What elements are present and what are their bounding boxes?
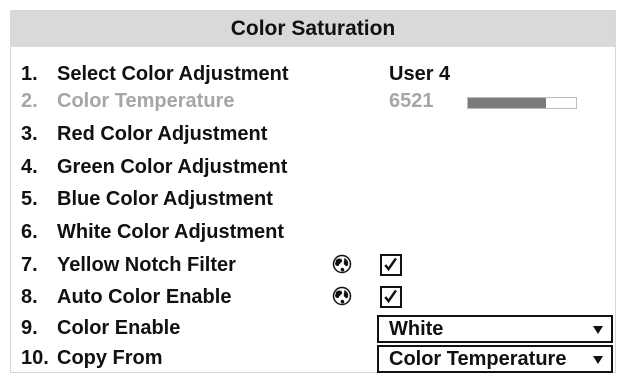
- menu-item-green-color-adjustment[interactable]: 4. Green Color Adjustment: [11, 154, 615, 182]
- item-label: Auto Color Enable: [57, 286, 232, 308]
- item-label: Red Color Adjustment: [57, 123, 268, 145]
- color-enable-dropdown[interactable]: White: [377, 315, 613, 343]
- checkmark-icon: [384, 289, 397, 304]
- globe-icon: [332, 286, 352, 306]
- dropdown-selected-value: Color Temperature: [389, 347, 567, 370]
- menu-title: Color Saturation: [11, 11, 615, 47]
- menu-item-copy-from[interactable]: 10. Copy From Color Temperature: [11, 345, 615, 373]
- item-label: Copy From: [57, 347, 163, 369]
- dropdown-arrow-icon: [593, 326, 603, 334]
- menu-item-auto-color-enable[interactable]: 8. Auto Color Enable: [11, 284, 615, 312]
- item-label: Blue Color Adjustment: [57, 188, 273, 210]
- item-number: 3.: [21, 123, 38, 145]
- color-temperature-slider[interactable]: [467, 97, 577, 109]
- item-number: 2.: [21, 90, 38, 112]
- item-number: 10.: [21, 347, 49, 369]
- auto-color-enable-checkbox[interactable]: [380, 286, 402, 308]
- item-label: Color Temperature: [57, 90, 235, 112]
- color-saturation-menu: Color Saturation 1. Select Color Adjustm…: [10, 10, 616, 373]
- color-adjustment-value: User 4: [389, 63, 451, 85]
- menu-item-red-color-adjustment[interactable]: 3. Red Color Adjustment: [11, 121, 615, 149]
- item-label: Yellow Notch Filter: [57, 254, 236, 276]
- item-label: Select Color Adjustment: [57, 63, 289, 85]
- menu-item-color-enable[interactable]: 9. Color Enable White: [11, 315, 615, 343]
- item-number: 5.: [21, 188, 38, 210]
- dropdown-selected-value: White: [389, 317, 444, 340]
- menu-item-blue-color-adjustment[interactable]: 5. Blue Color Adjustment: [11, 186, 615, 214]
- menu-item-color-temperature[interactable]: 2. Color Temperature 6521: [11, 88, 615, 116]
- item-number: 4.: [21, 156, 38, 178]
- copy-from-dropdown[interactable]: Color Temperature: [377, 345, 613, 373]
- globe-icon: [332, 254, 352, 274]
- yellow-notch-filter-checkbox[interactable]: [380, 254, 402, 276]
- menu-item-yellow-notch-filter[interactable]: 7. Yellow Notch Filter: [11, 252, 615, 280]
- item-label: White Color Adjustment: [57, 221, 285, 243]
- color-temperature-value: 6521: [389, 90, 434, 112]
- item-label: Color Enable: [57, 317, 181, 339]
- item-number: 1.: [21, 63, 38, 85]
- menu-item-select-color-adjustment[interactable]: 1. Select Color Adjustment User 4: [11, 61, 615, 89]
- checkmark-icon: [384, 257, 397, 272]
- item-number: 6.: [21, 221, 38, 243]
- item-label: Green Color Adjustment: [57, 156, 288, 178]
- slider-fill: [468, 98, 546, 108]
- menu-item-white-color-adjustment[interactable]: 6. White Color Adjustment: [11, 219, 615, 247]
- item-number: 9.: [21, 317, 38, 339]
- dropdown-arrow-icon: [593, 356, 603, 364]
- item-number: 8.: [21, 286, 38, 308]
- item-number: 7.: [21, 254, 38, 276]
